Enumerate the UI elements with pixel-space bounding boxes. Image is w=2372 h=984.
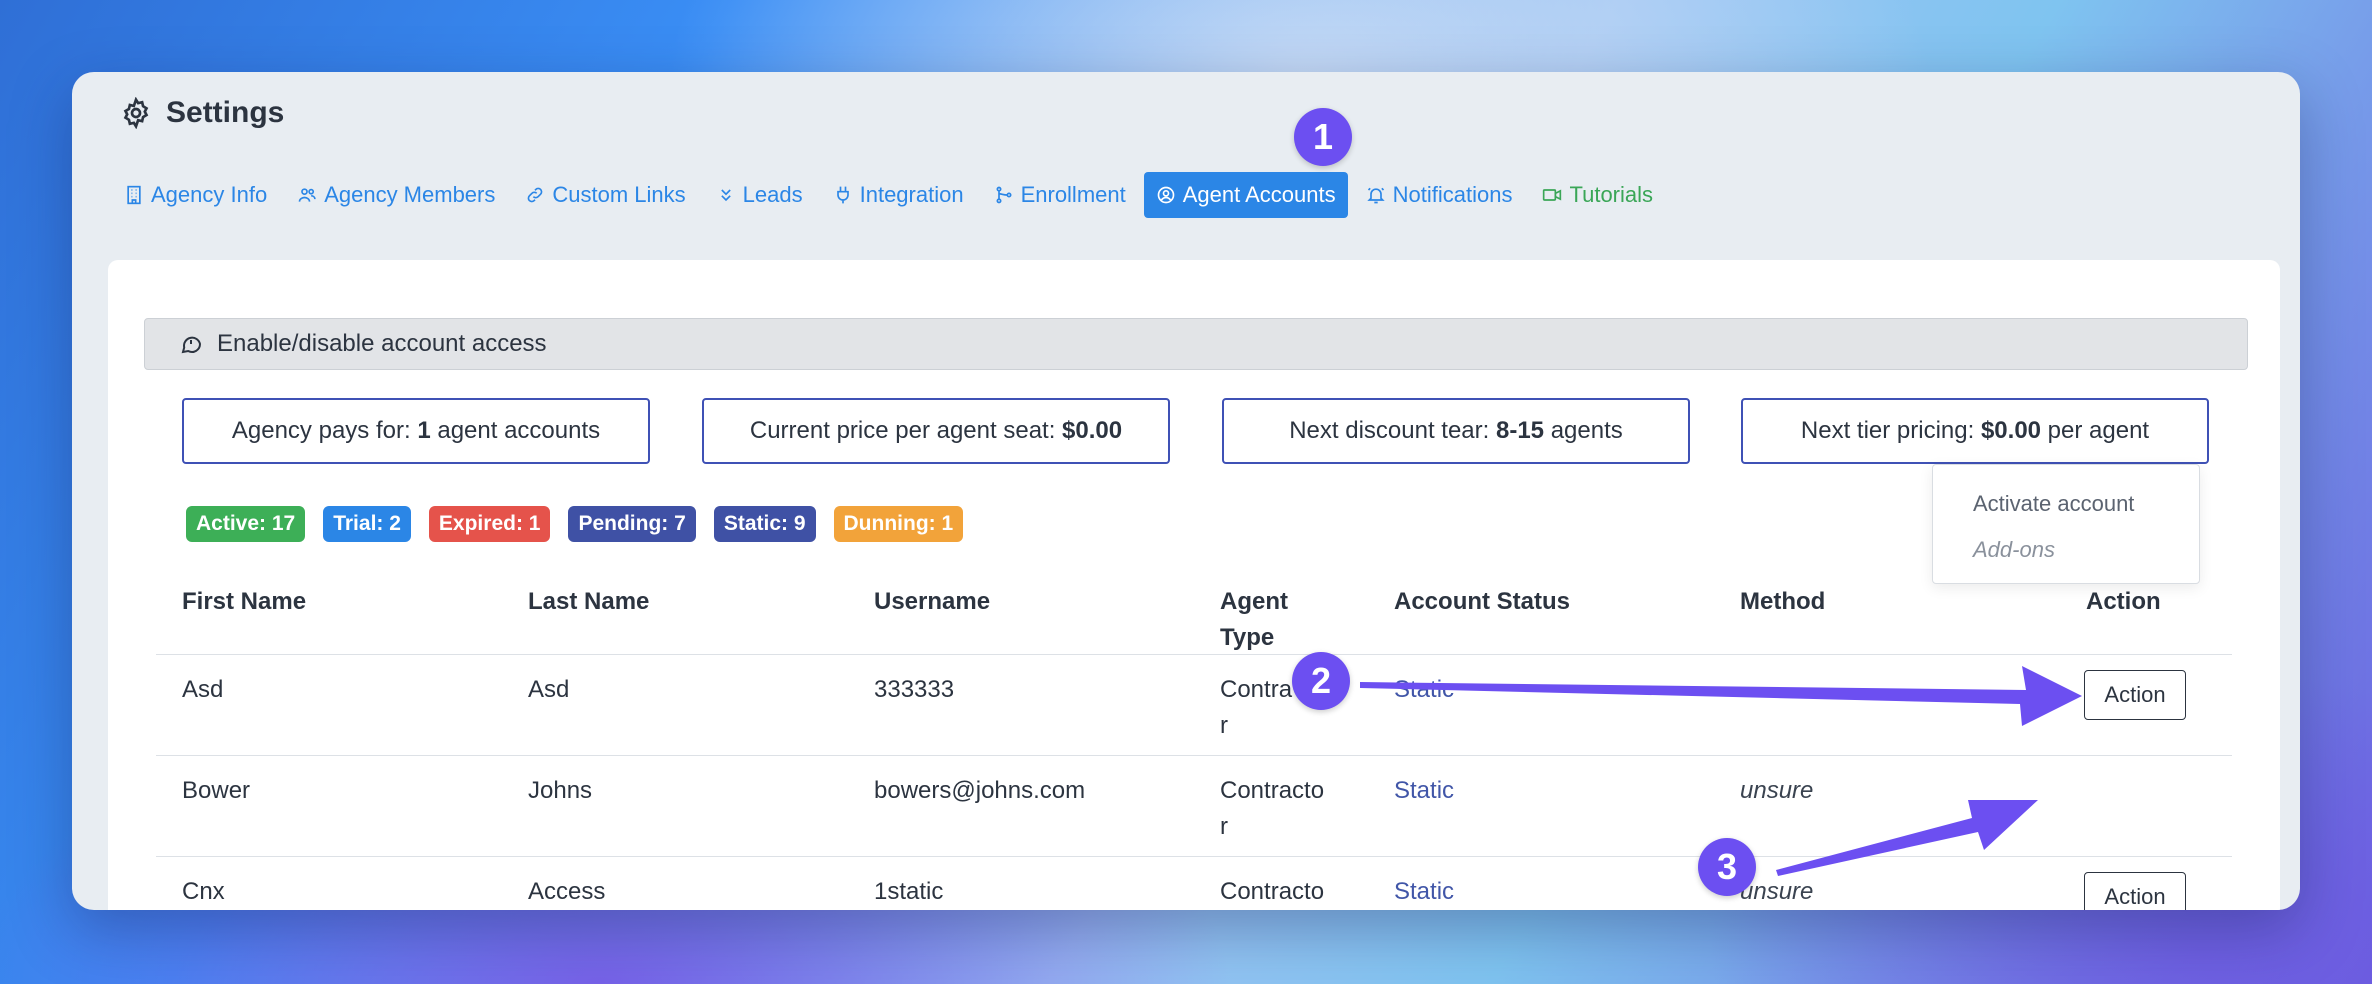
access-alert: Enable/disable account access [144,318,2248,370]
info-prefix: Next tier pricing: [1800,417,1981,444]
user-circle-icon [1157,186,1175,204]
tab-label: Agency Info [151,182,268,207]
tab-tutorials[interactable]: Tutorials [1530,172,1665,218]
header-first-name: First Name [182,588,307,615]
cell-account-status[interactable]: Static [1394,773,1454,809]
tab-notifications[interactable]: Notifications [1354,172,1525,218]
cell-account-status[interactable]: Static [1394,874,1454,910]
header-action: Action [2086,588,2161,615]
building-icon [127,185,141,205]
tab-label: Leads [742,182,803,207]
header-username: Username [874,588,991,615]
step-marker-1: 1 [1294,108,1352,166]
tab-integration[interactable]: Integration [821,172,976,218]
info-suffix: agent accounts [430,417,601,444]
cell-first-name: Bower [182,777,251,804]
bell-icon [1366,187,1385,204]
tab-agency-members[interactable]: Agency Members [285,172,507,218]
tab-label: Agency Members [324,182,496,207]
badge-expired: Expired: 1 [428,506,551,542]
cell-agent-type: Contra [1220,676,1293,703]
tab-label: Tutorials [1569,182,1654,207]
action-button[interactable]: Action [2084,872,2186,910]
info-value: $0.00 [1062,417,1123,444]
info-value: $0.00 [1980,417,2042,444]
cell-agent-type-wrap: r [1220,712,1228,739]
users-icon [298,188,316,202]
tab-label: Notifications [1392,182,1513,207]
tab-leads[interactable]: Leads [704,172,815,218]
agency-pays-box: Agency pays for: 1 agent accounts [182,398,650,464]
header-last-name: Last Name [528,588,650,615]
cell-account-status[interactable]: Static [1394,672,1454,708]
info-prefix: Agency pays for: [231,417,418,444]
info-value: 1 [417,417,431,444]
gear-icon [123,97,149,129]
action-button[interactable]: Action [2084,670,2186,720]
video-icon [1543,189,1562,201]
tab-label: Enrollment [1020,182,1126,207]
step-marker-2: 2 [1292,652,1350,710]
table-row [156,755,2232,856]
status-badges: Active: 17 Trial: 2 Expired: 1 Pending: … [186,506,964,542]
price-per-seat-box: Current price per agent seat: $0.00 [702,398,1170,464]
step-marker-3: 3 [1698,838,1756,896]
tab-label: Agent Accounts [1182,182,1336,207]
cell-last-name: Johns [528,777,593,804]
table-row [156,654,2232,755]
cell-agent-type: Contracto [1220,777,1325,804]
alert-text: Enable/disable account access [217,330,547,357]
header-agent-type-line2: Type [1220,624,1275,651]
link-icon [528,187,543,203]
info-prefix: Current price per agent seat: [749,417,1063,444]
tab-label: Custom Links [552,182,686,207]
badge-trial: Trial: 2 [323,506,411,542]
tab-label: Integration [859,182,964,207]
next-tier-box: Next tier pricing: $0.00 per agent [1741,398,2209,464]
page-title: Settings [166,96,285,129]
badge-static: Static: 9 [713,506,816,542]
info-value: 8-15 [1495,417,1545,444]
badge-dunning: Dunning: 1 [833,506,964,542]
cell-first-name: Asd [182,676,224,703]
cell-last-name: Access [528,878,606,905]
double-chevron-down-icon [720,189,731,202]
info-suffix: per agent [2041,417,2150,444]
action-dropdown-menu: Activate account Add-ons [1932,464,2200,584]
header-account-status: Account Status [1394,588,1571,615]
table-row [156,856,2232,910]
cell-first-name: Cnx [182,878,225,905]
tab-agency-info[interactable]: Agency Info [112,172,279,218]
agent-accounts-card: Enable/disable account access Agency pay… [108,260,2280,910]
header-method: Method [1740,588,1826,615]
cell-last-name: Asd [528,676,570,703]
cell-username: 333333 [874,676,955,703]
info-suffix: agents [1544,417,1623,444]
menu-item-add-ons[interactable]: Add-ons [1973,537,2055,563]
badge-pending: Pending: 7 [568,506,696,542]
message-circle-icon [181,336,202,354]
settings-tabs: Agency Info Agency Members Custom Links … [112,172,1665,218]
page-header: Settings [120,96,284,130]
git-branch-icon [996,186,1012,204]
menu-item-activate-account[interactable]: Activate account [1973,491,2134,517]
cell-username: 1static [874,878,944,905]
info-prefix: Next discount tear: [1289,417,1496,444]
cell-agent-type-wrap: r [1220,813,1228,840]
tab-agent-accounts[interactable]: Agent Accounts [1143,172,1348,218]
next-discount-box: Next discount tear: 8-15 agents [1222,398,1690,464]
tab-enrollment[interactable]: Enrollment [982,172,1138,218]
cell-username: bowers@johns.com [874,777,1086,804]
header-agent-type-line1: Agent [1220,588,1288,615]
tab-custom-links[interactable]: Custom Links [513,172,697,218]
cell-agent-type: Contracto [1220,878,1325,905]
cell-method: unsure [1740,777,1814,804]
plug-icon [836,186,849,204]
badge-active: Active: 17 [186,506,306,542]
